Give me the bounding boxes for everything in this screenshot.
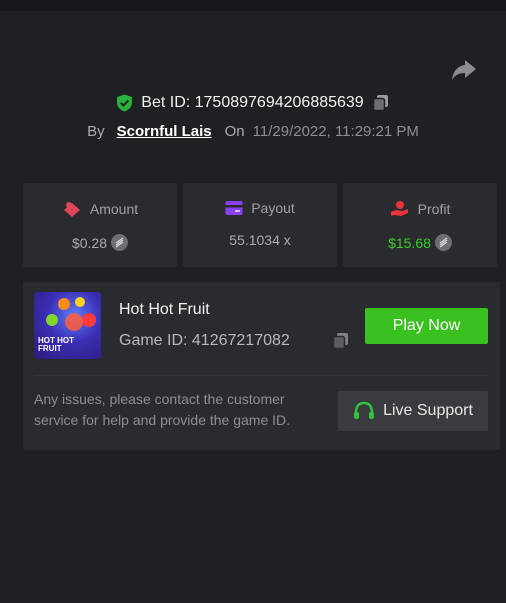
coin-icon <box>111 234 129 251</box>
game-title: Hot Hot Fruit <box>119 301 210 318</box>
live-support-button[interactable]: Live Support <box>338 391 488 431</box>
issue-text: Any issues, please contact the customer … <box>34 391 291 428</box>
headset-icon <box>354 401 375 419</box>
thumbnail-text: HOT HOT FRUIT <box>38 336 74 353</box>
profit-hand-icon <box>390 201 408 216</box>
amount-card: Amount $0.28 <box>23 183 177 267</box>
user-link[interactable]: Scornful Lais <box>117 123 212 140</box>
live-support-label: Live Support <box>383 402 473 419</box>
game-id: Game ID: 41267217082 <box>119 332 290 349</box>
by-label: By <box>87 122 105 140</box>
copy-icon[interactable] <box>332 332 350 355</box>
profit-label: Profit <box>417 201 451 217</box>
byline: By Scornful Lais On 11/29/2022, 11:29:21… <box>0 121 506 141</box>
on-label: On <box>224 122 245 140</box>
divider <box>34 375 489 376</box>
profit-value: $15.68 <box>388 234 431 251</box>
amount-icon <box>63 202 80 217</box>
shield-check-icon <box>117 94 133 112</box>
game-card: HOT HOT FRUIT Hot Hot Fruit Game ID: 412… <box>23 282 500 450</box>
amount-label: Amount <box>89 201 139 217</box>
profit-card: Profit $15.68 <box>343 183 497 267</box>
bet-id: Bet ID: 1750897694206885639 <box>141 94 364 111</box>
bet-date: 11/29/2022, 11:29:21 PM <box>252 122 419 140</box>
game-thumbnail[interactable]: HOT HOT FRUIT <box>34 292 101 359</box>
amount-value: $0.28 <box>71 234 108 251</box>
payout-value: 55.1034 x <box>229 232 291 248</box>
top-bar <box>0 0 506 11</box>
play-now-button[interactable]: Play Now <box>365 308 488 344</box>
payout-label: Payout <box>251 200 295 216</box>
stats-row: Amount $0.28 Payout 55.1034 x Profit $15… <box>23 183 497 267</box>
bet-id-row: Bet ID: 1750897694206885639 <box>0 92 506 114</box>
copy-icon[interactable] <box>372 94 390 112</box>
payout-card: Payout 55.1034 x <box>183 183 337 267</box>
coin-icon <box>434 234 452 251</box>
payout-card-icon <box>225 201 243 215</box>
share-icon[interactable] <box>451 58 477 82</box>
